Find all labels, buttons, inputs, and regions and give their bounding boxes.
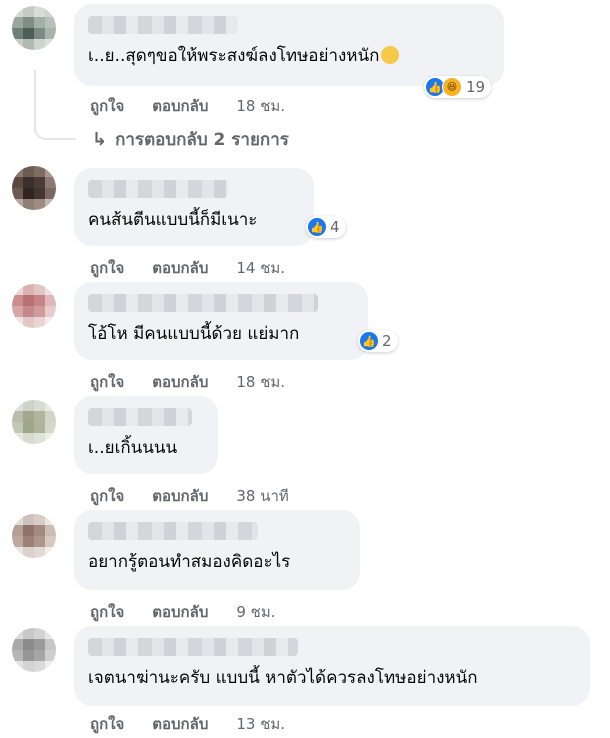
commenter-name-redacted[interactable] — [88, 522, 258, 540]
reaction-count: 19 — [466, 78, 486, 96]
like-button[interactable]: ถูกใจ — [90, 370, 124, 394]
like-icon: 👍 — [360, 332, 378, 350]
view-replies-link[interactable]: ↳ การตอบกลับ 2 รายการ — [92, 126, 289, 153]
reply-arrow-icon: ↳ — [92, 129, 108, 150]
reply-button[interactable]: ตอบกลับ — [152, 94, 208, 118]
comment-bubble: เ..ยเกิ้นนนน — [74, 396, 218, 474]
haha-icon: 😆 — [442, 77, 462, 97]
timestamp[interactable]: 18 ชม. — [236, 370, 285, 394]
avatar[interactable] — [12, 166, 56, 210]
comment-text: คนส้นตีนแบบนี้ก็มีเนาะ — [88, 210, 258, 230]
like-button[interactable]: ถูกใจ — [90, 256, 124, 280]
reply-button[interactable]: ตอบกลับ — [152, 712, 208, 736]
commenter-name-redacted[interactable] — [88, 294, 318, 312]
commenter-name-redacted[interactable] — [88, 408, 192, 426]
sweat-face-icon — [381, 46, 400, 64]
comment-text: อยากรู้ตอนทำสมองคิดอะไร — [88, 552, 291, 572]
timestamp[interactable]: 14 ชม. — [236, 256, 285, 280]
reaction-summary[interactable]: 👍 2 — [358, 330, 398, 352]
timestamp[interactable]: 38 นาที — [236, 484, 288, 508]
timestamp[interactable]: 13 ชม. — [236, 712, 285, 736]
avatar[interactable] — [12, 514, 56, 558]
reply-button[interactable]: ตอบกลับ — [152, 600, 208, 624]
comment-actions: ถูกใจ ตอบกลับ 18 ชม. — [90, 94, 313, 118]
comment-actions: ถูกใจ ตอบกลับ 38 นาที — [90, 484, 317, 508]
comment-actions: ถูกใจ ตอบกลับ 13 ชม. — [90, 712, 313, 736]
comment-bubble: เจตนาฆ่านะครับ แบบนี้ หาตัวได้ควรลงโทษอย… — [74, 626, 590, 706]
reply-button[interactable]: ตอบกลับ — [152, 484, 208, 508]
comment-text: เ..ยเกิ้นนนน — [88, 438, 178, 458]
comment-bubble: อยากรู้ตอนทำสมองคิดอะไร — [74, 510, 360, 590]
comment-actions: ถูกใจ ตอบกลับ 9 ชม. — [90, 600, 304, 624]
reply-button[interactable]: ตอบกลับ — [152, 370, 208, 394]
like-button[interactable]: ถูกใจ — [90, 94, 124, 118]
reply-button[interactable]: ตอบกลับ — [152, 256, 208, 280]
thread-connector — [34, 118, 76, 140]
comment-bubble: คนส้นตีนแบบนี้ก็มีเนาะ — [74, 168, 314, 246]
comment-text: เจตนาฆ่านะครับ แบบนี้ หาตัวได้ควรลงโทษอย… — [88, 668, 478, 688]
like-button[interactable]: ถูกใจ — [90, 600, 124, 624]
comment-bubble: โอ้โห มีคนแบบนี้ด้วย แย่มาก — [74, 282, 368, 360]
comment-text: โอ้โห มีคนแบบนี้ด้วย แย่มาก — [88, 324, 300, 344]
like-icon: 👍 — [308, 218, 326, 236]
avatar[interactable] — [12, 284, 56, 328]
comment-actions: ถูกใจ ตอบกลับ 14 ชม. — [90, 256, 313, 280]
like-button[interactable]: ถูกใจ — [90, 484, 124, 508]
reaction-summary[interactable]: 👍 😆 19 — [424, 76, 492, 98]
commenter-name-redacted[interactable] — [88, 638, 298, 656]
replies-label: การตอบกลับ 2 รายการ — [115, 130, 289, 150]
avatar[interactable] — [12, 6, 56, 50]
timestamp[interactable]: 18 ชม. — [236, 94, 285, 118]
like-button[interactable]: ถูกใจ — [90, 712, 124, 736]
comment-actions: ถูกใจ ตอบกลับ 18 ชม. — [90, 370, 313, 394]
commenter-name-redacted[interactable] — [88, 180, 228, 198]
comment-bubble: เ..ย..สุดๆขอให้พระสงฆ์ลงโทษอย่างหนัก — [74, 4, 504, 86]
commenter-name-redacted[interactable] — [88, 16, 238, 34]
comment-text: เ..ย..สุดๆขอให้พระสงฆ์ลงโทษอย่างหนัก — [88, 44, 490, 68]
reaction-count: 2 — [382, 332, 392, 350]
timestamp[interactable]: 9 ชม. — [236, 600, 275, 624]
avatar[interactable] — [12, 400, 56, 444]
reaction-count: 4 — [330, 218, 340, 236]
reaction-summary[interactable]: 👍 4 — [306, 216, 346, 238]
avatar[interactable] — [12, 628, 56, 672]
